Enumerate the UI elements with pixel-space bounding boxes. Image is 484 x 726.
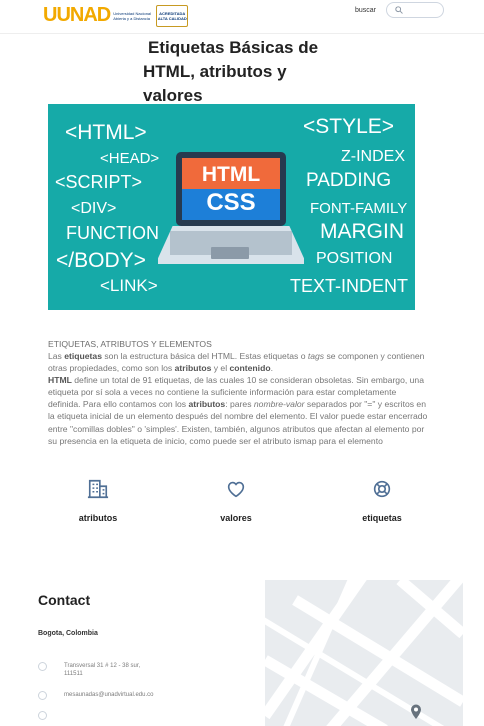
feature-label-tags: etiquetas (362, 513, 402, 523)
laptop-display: HTML CSS (182, 158, 280, 220)
heart-icon (227, 481, 245, 498)
laptop-css-label: CSS (206, 189, 256, 216)
search-icon (395, 1, 403, 19)
hero-left-tag-html: <HTML> (65, 121, 147, 144)
paragraph-attributes: HTML define un total de 91 etiquetas, de… (48, 375, 428, 446)
map-marker-icon (411, 704, 421, 719)
lifebuoy-icon (373, 480, 391, 498)
hero-right-tag-font-family: FONT-FAMILY (310, 200, 408, 217)
paragraph-tags: Las etiquetas son la estructura básica d… (48, 351, 425, 374)
hero-left-tag-div: <DIV> (71, 200, 117, 217)
logo-mark: UUNAD (43, 4, 111, 26)
laptop-screen: HTML CSS (176, 152, 286, 226)
contact-title: Contact (38, 592, 91, 608)
contact-email[interactable]: mesaunadas@unadvirtual.edu.co (38, 691, 153, 713)
hero-right-tag-padding: PADDING (306, 170, 392, 191)
hero-left-tag-script: <SCRIPT> (55, 172, 143, 192)
hero-left-tag-body: </BODY> (56, 249, 146, 272)
hero-left-tag-head: <HEAD> (100, 150, 160, 167)
feature-label-attributes: atributos (78, 513, 118, 523)
html-css-hero-image: <HTML> <HEAD> <SCRIPT> <DIV> FUNCTION </… (48, 104, 415, 310)
hero-right-tag-style: <STYLE> (303, 115, 395, 138)
hero-right-tag-position: POSITION (316, 250, 393, 267)
accreditation-badge: ACREDITADA ALTA CALIDAD (156, 4, 189, 27)
hero-right-tag-z-index: Z-INDEX (341, 148, 405, 165)
unad-logo[interactable]: UUNAD Universidad Nacional Abierta y a D… (43, 4, 189, 27)
feature-attributes[interactable]: atributos (58, 478, 138, 523)
feature-values[interactable]: valores (196, 478, 276, 523)
location-map[interactable] (265, 580, 463, 726)
hero-left-tag-link: <LINK> (100, 276, 158, 295)
phone-icon (38, 711, 47, 720)
contact-city: Bogota, Colombia (38, 630, 98, 637)
contact-phone-row (38, 711, 50, 723)
hero-right-tag-text-indent: TEXT-INDENT (290, 276, 409, 296)
feature-label-values: valores (220, 513, 252, 523)
location-icon (38, 662, 47, 671)
main-content: ETIQUETAS, ATRIBUTOS Y ELEMENTOS Las eti… (48, 339, 430, 447)
search-label: buscar (355, 7, 377, 14)
logo-subtitle: Universidad Nacional Abierta y a Distanc… (113, 10, 152, 21)
laptop-touchpad (211, 247, 249, 259)
map-roads (265, 580, 463, 726)
contact-address: Transversal 31 # 12 - 38 sur, 111511 (38, 662, 148, 684)
hero-left-tag-function: FUNCTION (66, 223, 159, 243)
hero-right-tag-margin: MARGIN (320, 220, 404, 243)
laptop-html-label: HTML (201, 163, 261, 186)
building-icon (87, 479, 109, 499)
search-input[interactable] (386, 2, 444, 18)
page-title: Etiquetas Básicas de HTML, atributos y v… (143, 38, 319, 105)
mail-icon (38, 691, 47, 700)
section-heading: ETIQUETAS, ATRIBUTOS Y ELEMENTOS (48, 339, 212, 349)
feature-tags[interactable]: etiquetas (342, 478, 422, 523)
top-header: UUNAD Universidad Nacional Abierta y a D… (0, 0, 484, 34)
page: UUNAD Universidad Nacional Abierta y a D… (0, 0, 484, 726)
